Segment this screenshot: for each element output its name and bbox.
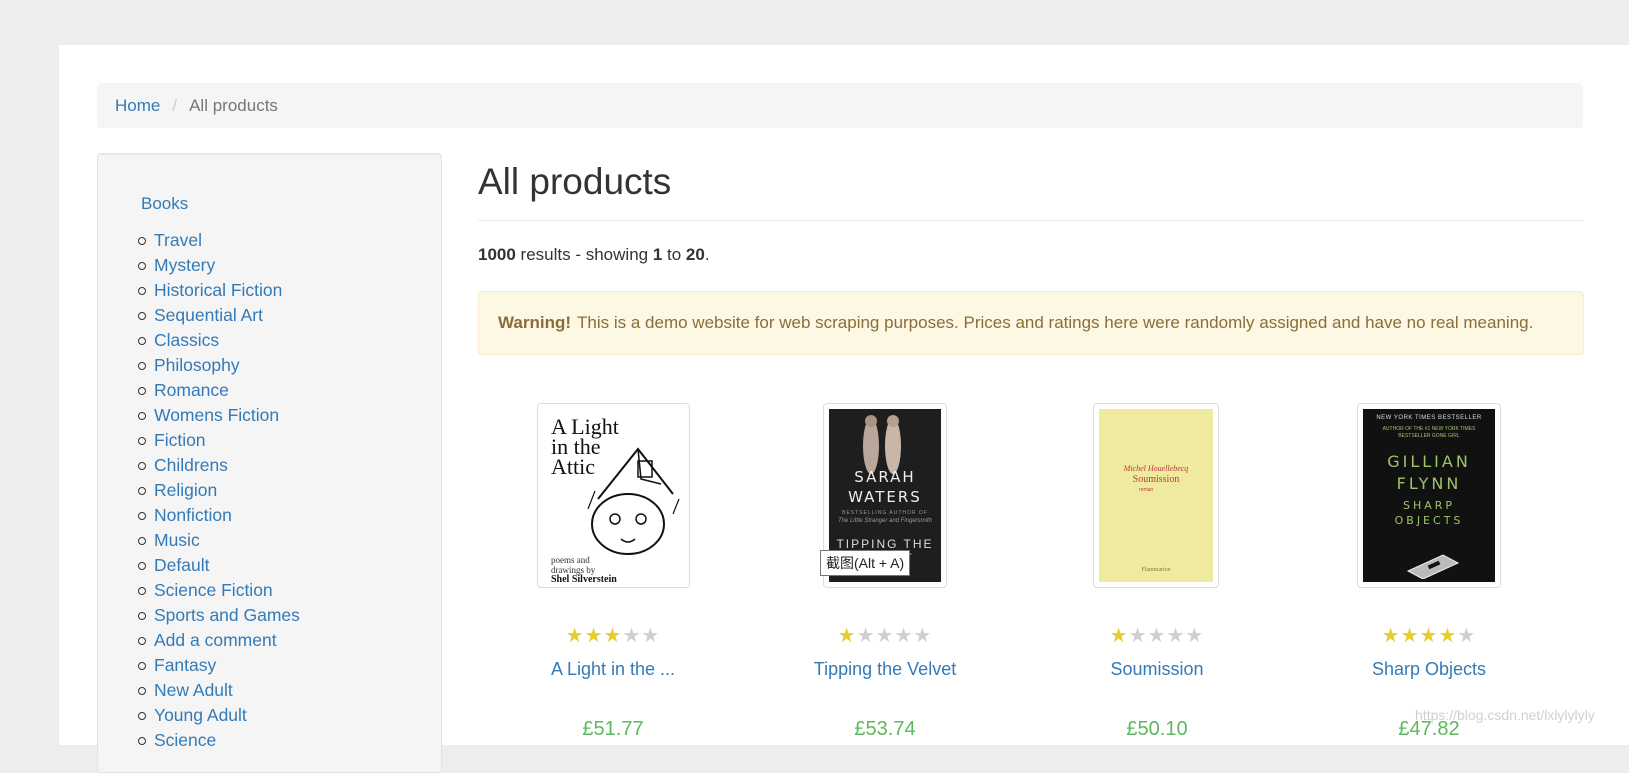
breadcrumb-home-link[interactable]: Home (115, 96, 160, 116)
watermark-url: https://blog.csdn.net/lxlylylyly (1415, 707, 1595, 723)
category-item: Science (138, 728, 300, 753)
product-price: £53.74 (854, 718, 916, 740)
breadcrumb: Home / All products (97, 83, 1583, 128)
cover-title: Soumission (1132, 474, 1180, 485)
category-item: Childrens (138, 453, 300, 478)
cover-author: SARAH WATERS (848, 468, 922, 506)
results-text-2: to (662, 245, 686, 264)
book-cover-image: A Light in the Attic poems and drawings … (543, 409, 684, 582)
category-link[interactable]: Sequential Art (154, 305, 263, 325)
breadcrumb-separator: / (172, 95, 178, 115)
product-title-link[interactable]: Tipping the Velvet (750, 659, 1020, 680)
cover-author: Michel Houellebecq (1123, 464, 1189, 473)
category-item: Fiction (138, 428, 300, 453)
cover-author: Shel Silverstein (551, 574, 617, 582)
star-rating: ★★★★★ (837, 625, 933, 647)
category-item: Historical Fiction (138, 278, 300, 303)
product-cover-link[interactable]: NEW YORK TIMES BESTSELLER AUTHOR OF THE … (1357, 403, 1501, 588)
category-link[interactable]: Young Adult (154, 705, 247, 725)
results-summary: 1000 results - showing 1 to 20. (478, 245, 1584, 265)
category-link[interactable]: Travel (154, 230, 202, 250)
product-title-link[interactable]: Soumission (1022, 659, 1292, 680)
product-title-link[interactable]: Sharp Objects (1294, 659, 1564, 680)
category-list: Travel Mystery Historical Fiction Sequentia… (138, 228, 300, 753)
category-item: Add a comment (138, 628, 300, 653)
category-link[interactable]: Sports and Games (154, 605, 300, 625)
category-link[interactable]: Romance (154, 380, 229, 400)
cover-tagline: roman (1139, 487, 1154, 493)
alert-strong: Warning! (498, 313, 572, 332)
cover-subtitle: The Little Stranger and Fingersmith (837, 518, 933, 524)
product-title-link[interactable]: A Light in the ... (478, 659, 748, 680)
results-from: 1 (652, 245, 663, 264)
results-end: . (704, 245, 710, 264)
category-item: Young Adult (138, 703, 300, 728)
book-cover-image: Michel Houellebecq Soumission roman Flam… (1099, 409, 1213, 582)
category-link[interactable]: Default (154, 555, 209, 575)
star-rating: ★★★★★ (565, 625, 661, 647)
category-item: Music (138, 528, 300, 553)
category-item: Classics (138, 328, 300, 353)
results-total: 1000 (478, 245, 516, 264)
warning-alert: Warning! This is a demo website for web … (478, 291, 1584, 355)
category-sidebar: Books Travel Mystery Historical Fiction Seq… (97, 153, 442, 773)
cover-subtitle: AUTHOR OF THE #1 NEW YORK TIMES BESTSELL… (1382, 426, 1476, 439)
category-link[interactable]: Mystery (154, 255, 215, 275)
category-link[interactable]: New Adult (154, 680, 233, 700)
cover-subtitle: poems and drawings by (551, 555, 596, 575)
page-title: All products (478, 161, 672, 202)
category-item: Travel (138, 228, 300, 253)
book-cover-image: NEW YORK TIMES BESTSELLER AUTHOR OF THE … (1363, 409, 1495, 582)
breadcrumb-current: All products (189, 95, 278, 115)
category-item: Mystery (138, 253, 300, 278)
category-item: Religion (138, 478, 300, 503)
cover-author: GILLIAN FLYNN (1387, 452, 1471, 493)
sidebar-root-books[interactable]: Books (141, 194, 188, 214)
category-link[interactable]: Add a comment (154, 630, 277, 650)
category-item: Sports and Games (138, 603, 300, 628)
product-cover-link[interactable]: Michel Houellebecq Soumission roman Flam… (1093, 403, 1219, 588)
category-link[interactable]: Philosophy (154, 355, 240, 375)
razor-blade-icon (1406, 554, 1460, 579)
cover-illustration (587, 447, 680, 555)
category-link[interactable]: Classics (154, 330, 219, 350)
category-link[interactable]: Science (154, 730, 216, 750)
star-rating: ★★★★★ (1381, 625, 1477, 647)
category-link[interactable]: Fiction (154, 430, 206, 450)
page-container: Home / All products Books Travel Mystery H… (59, 45, 1629, 773)
screenshot-tooltip: 截图(Alt + A) (820, 550, 911, 576)
category-link[interactable]: Music (154, 530, 200, 550)
cover-publisher: Flammarion (1141, 567, 1171, 573)
category-item: Philosophy (138, 353, 300, 378)
category-item: Science Fiction (138, 578, 300, 603)
results-text-1: results - showing (515, 245, 653, 264)
category-link[interactable]: Nonfiction (154, 505, 232, 525)
category-item: Default (138, 553, 300, 578)
category-link[interactable]: Womens Fiction (154, 405, 279, 425)
category-item: Romance (138, 378, 300, 403)
category-link[interactable]: Science Fiction (154, 580, 273, 600)
cover-tagline: BESTSELLING AUTHOR OF (842, 510, 928, 516)
product-price: £51.77 (582, 718, 644, 740)
product-cover-link[interactable]: A Light in the Attic poems and drawings … (537, 403, 690, 588)
category-item: New Adult (138, 678, 300, 703)
category-item: Sequential Art (138, 303, 300, 328)
title-divider (478, 209, 1584, 221)
results-to: 20 (685, 245, 705, 264)
category-link[interactable]: Childrens (154, 455, 228, 475)
alert-text: This is a demo website for web scraping … (577, 313, 1534, 332)
product-price: £50.10 (1126, 718, 1188, 740)
category-item: Womens Fiction (138, 403, 300, 428)
cover-tagline: NEW YORK TIMES BESTSELLER (1376, 415, 1482, 421)
category-link[interactable]: Religion (154, 480, 217, 500)
category-item: Fantasy (138, 653, 300, 678)
category-link[interactable]: Historical Fiction (154, 280, 282, 300)
star-rating: ★★★★★ (1109, 625, 1205, 647)
category-link[interactable]: Fantasy (154, 655, 216, 675)
cover-title: SHARP OBJECTS (1394, 499, 1464, 527)
category-item: Nonfiction (138, 503, 300, 528)
main-content: All products 1000 results - showing 1 to… (478, 153, 1584, 740)
